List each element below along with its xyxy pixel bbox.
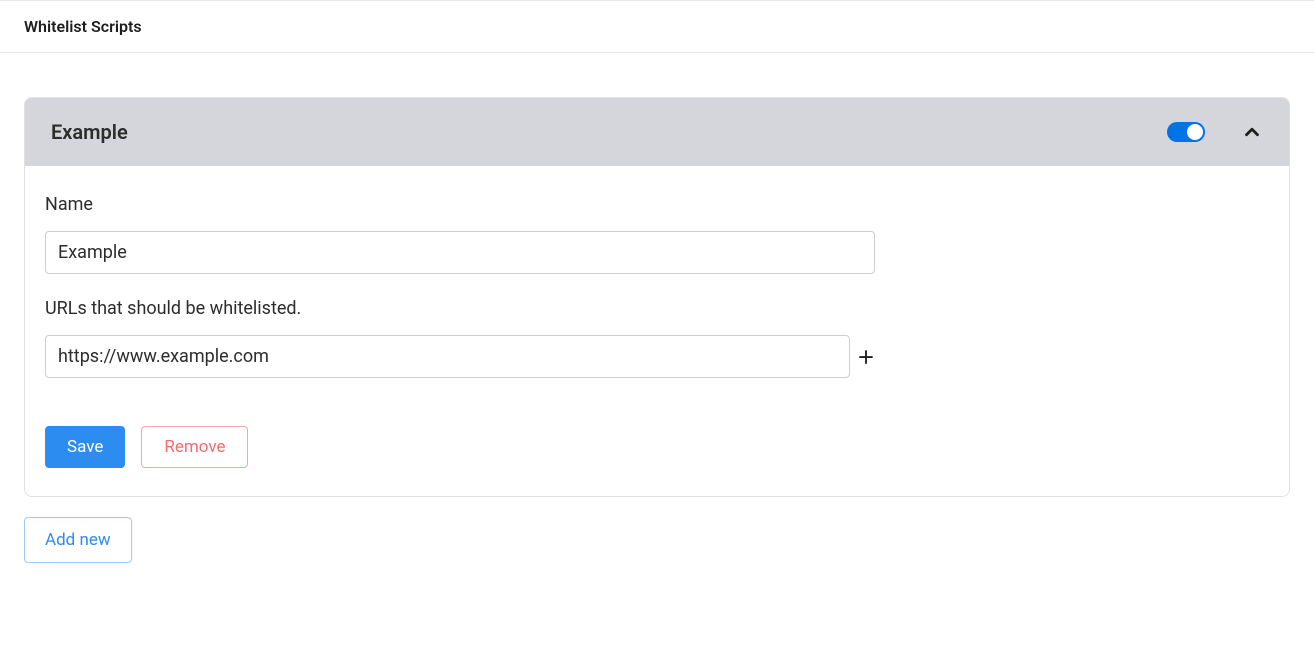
whitelist-panel: Example Name URLs that should be whiteli… [24,97,1290,497]
panel-header[interactable]: Example [25,98,1289,166]
content-area: Example Name URLs that should be whiteli… [0,53,1314,587]
url-input[interactable] [45,335,850,378]
save-button[interactable]: Save [45,426,125,468]
page-header: Whitelist Scripts [0,0,1314,53]
panel-controls [1167,121,1263,143]
plus-icon [857,348,875,366]
chevron-up-icon[interactable] [1241,121,1263,143]
panel-body: Name URLs that should be whitelisted. [25,166,1289,496]
button-row: Save Remove [45,426,1269,468]
page-title: Whitelist Scripts [24,17,1290,36]
name-label: Name [45,194,1269,215]
urls-field-group: URLs that should be whitelisted. [45,298,1269,378]
toggle-knob [1187,124,1203,140]
name-field-group: Name [45,194,1269,274]
panel-title: Example [51,120,128,144]
urls-label: URLs that should be whitelisted. [45,298,1269,319]
add-new-button[interactable]: Add new [24,517,132,563]
add-url-button[interactable] [856,347,876,367]
name-input[interactable] [45,231,875,274]
url-row [45,335,1269,378]
remove-button[interactable]: Remove [141,426,248,468]
enable-toggle[interactable] [1167,122,1205,142]
